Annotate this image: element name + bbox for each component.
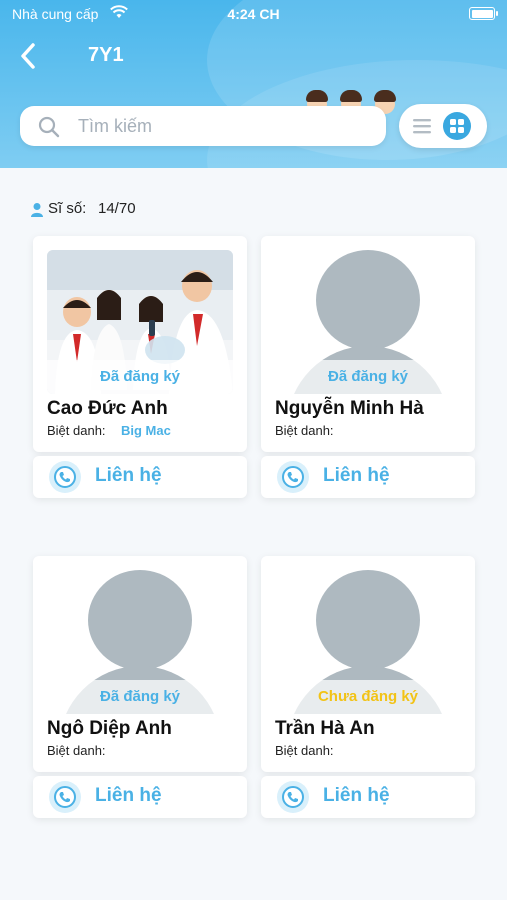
student-name: Ngô Diệp Anh [47,718,172,739]
contact-button[interactable]: Liên hệ [33,456,247,498]
contact-button[interactable]: Liên hệ [33,776,247,818]
student-photo: Đã đăng ký [47,250,233,394]
phone-icon [49,781,81,813]
chevron-left-icon [21,43,35,69]
phone-icon [49,461,81,493]
student-card[interactable]: Đã đăng ký Nguyễn Minh Hà Biệt danh: [261,236,475,452]
student-avatar-placeholder: Chưa đăng ký [275,570,461,714]
view-toggle[interactable] [399,104,487,148]
registration-status: Đã đăng ký [47,360,233,394]
registration-status: Đã đăng ký [275,360,461,394]
student-name: Nguyễn Minh Hà [275,398,424,419]
grid-view-icon[interactable] [443,112,471,140]
header: Nhà cung cấp 4:24 CH 7Y1 [0,0,507,168]
student-name: Cao Đức Anh [47,398,168,419]
battery-icon [469,7,498,20]
person-icon [31,203,43,217]
back-button[interactable] [14,40,44,72]
class-size-value: 14/70 [98,200,136,217]
nickname-label: Biệt danh: [47,423,106,438]
contact-label: Liên hệ [323,465,390,486]
contact-button[interactable]: Liên hệ [261,776,475,818]
contact-label: Liên hệ [95,465,162,486]
search-icon [38,116,60,138]
contact-button[interactable]: Liên hệ [261,456,475,498]
nickname-value: Big Mac [121,423,171,438]
student-card[interactable]: Đã đăng ký Cao Đức Anh Biệt danh: Big Ma… [33,236,247,452]
search-input[interactable] [78,112,368,140]
nickname-label: Biệt danh: [275,743,334,758]
student-name: Trần Hà An [275,718,375,739]
nickname-label: Biệt danh: [275,423,334,438]
search-bar[interactable] [20,106,386,146]
student-avatar-placeholder: Đã đăng ký [275,250,461,394]
list-view-icon[interactable] [411,116,433,136]
contact-label: Liên hệ [95,785,162,806]
phone-icon [277,781,309,813]
contact-label: Liên hệ [323,785,390,806]
nickname-label: Biệt danh: [47,743,106,758]
registration-status: Chưa đăng ký [275,680,461,714]
status-bar: Nhà cung cấp 4:24 CH [0,0,507,28]
phone-icon [277,461,309,493]
page-title: 7Y1 [88,44,124,66]
class-size-label: Sĩ số: [48,200,87,217]
student-card[interactable]: Chưa đăng ký Trần Hà An Biệt danh: [261,556,475,772]
registration-status: Đã đăng ký [47,680,233,714]
student-card[interactable]: Đã đăng ký Ngô Diệp Anh Biệt danh: [33,556,247,772]
student-avatar-placeholder: Đã đăng ký [47,570,233,714]
clock: 4:24 CH [227,6,280,22]
